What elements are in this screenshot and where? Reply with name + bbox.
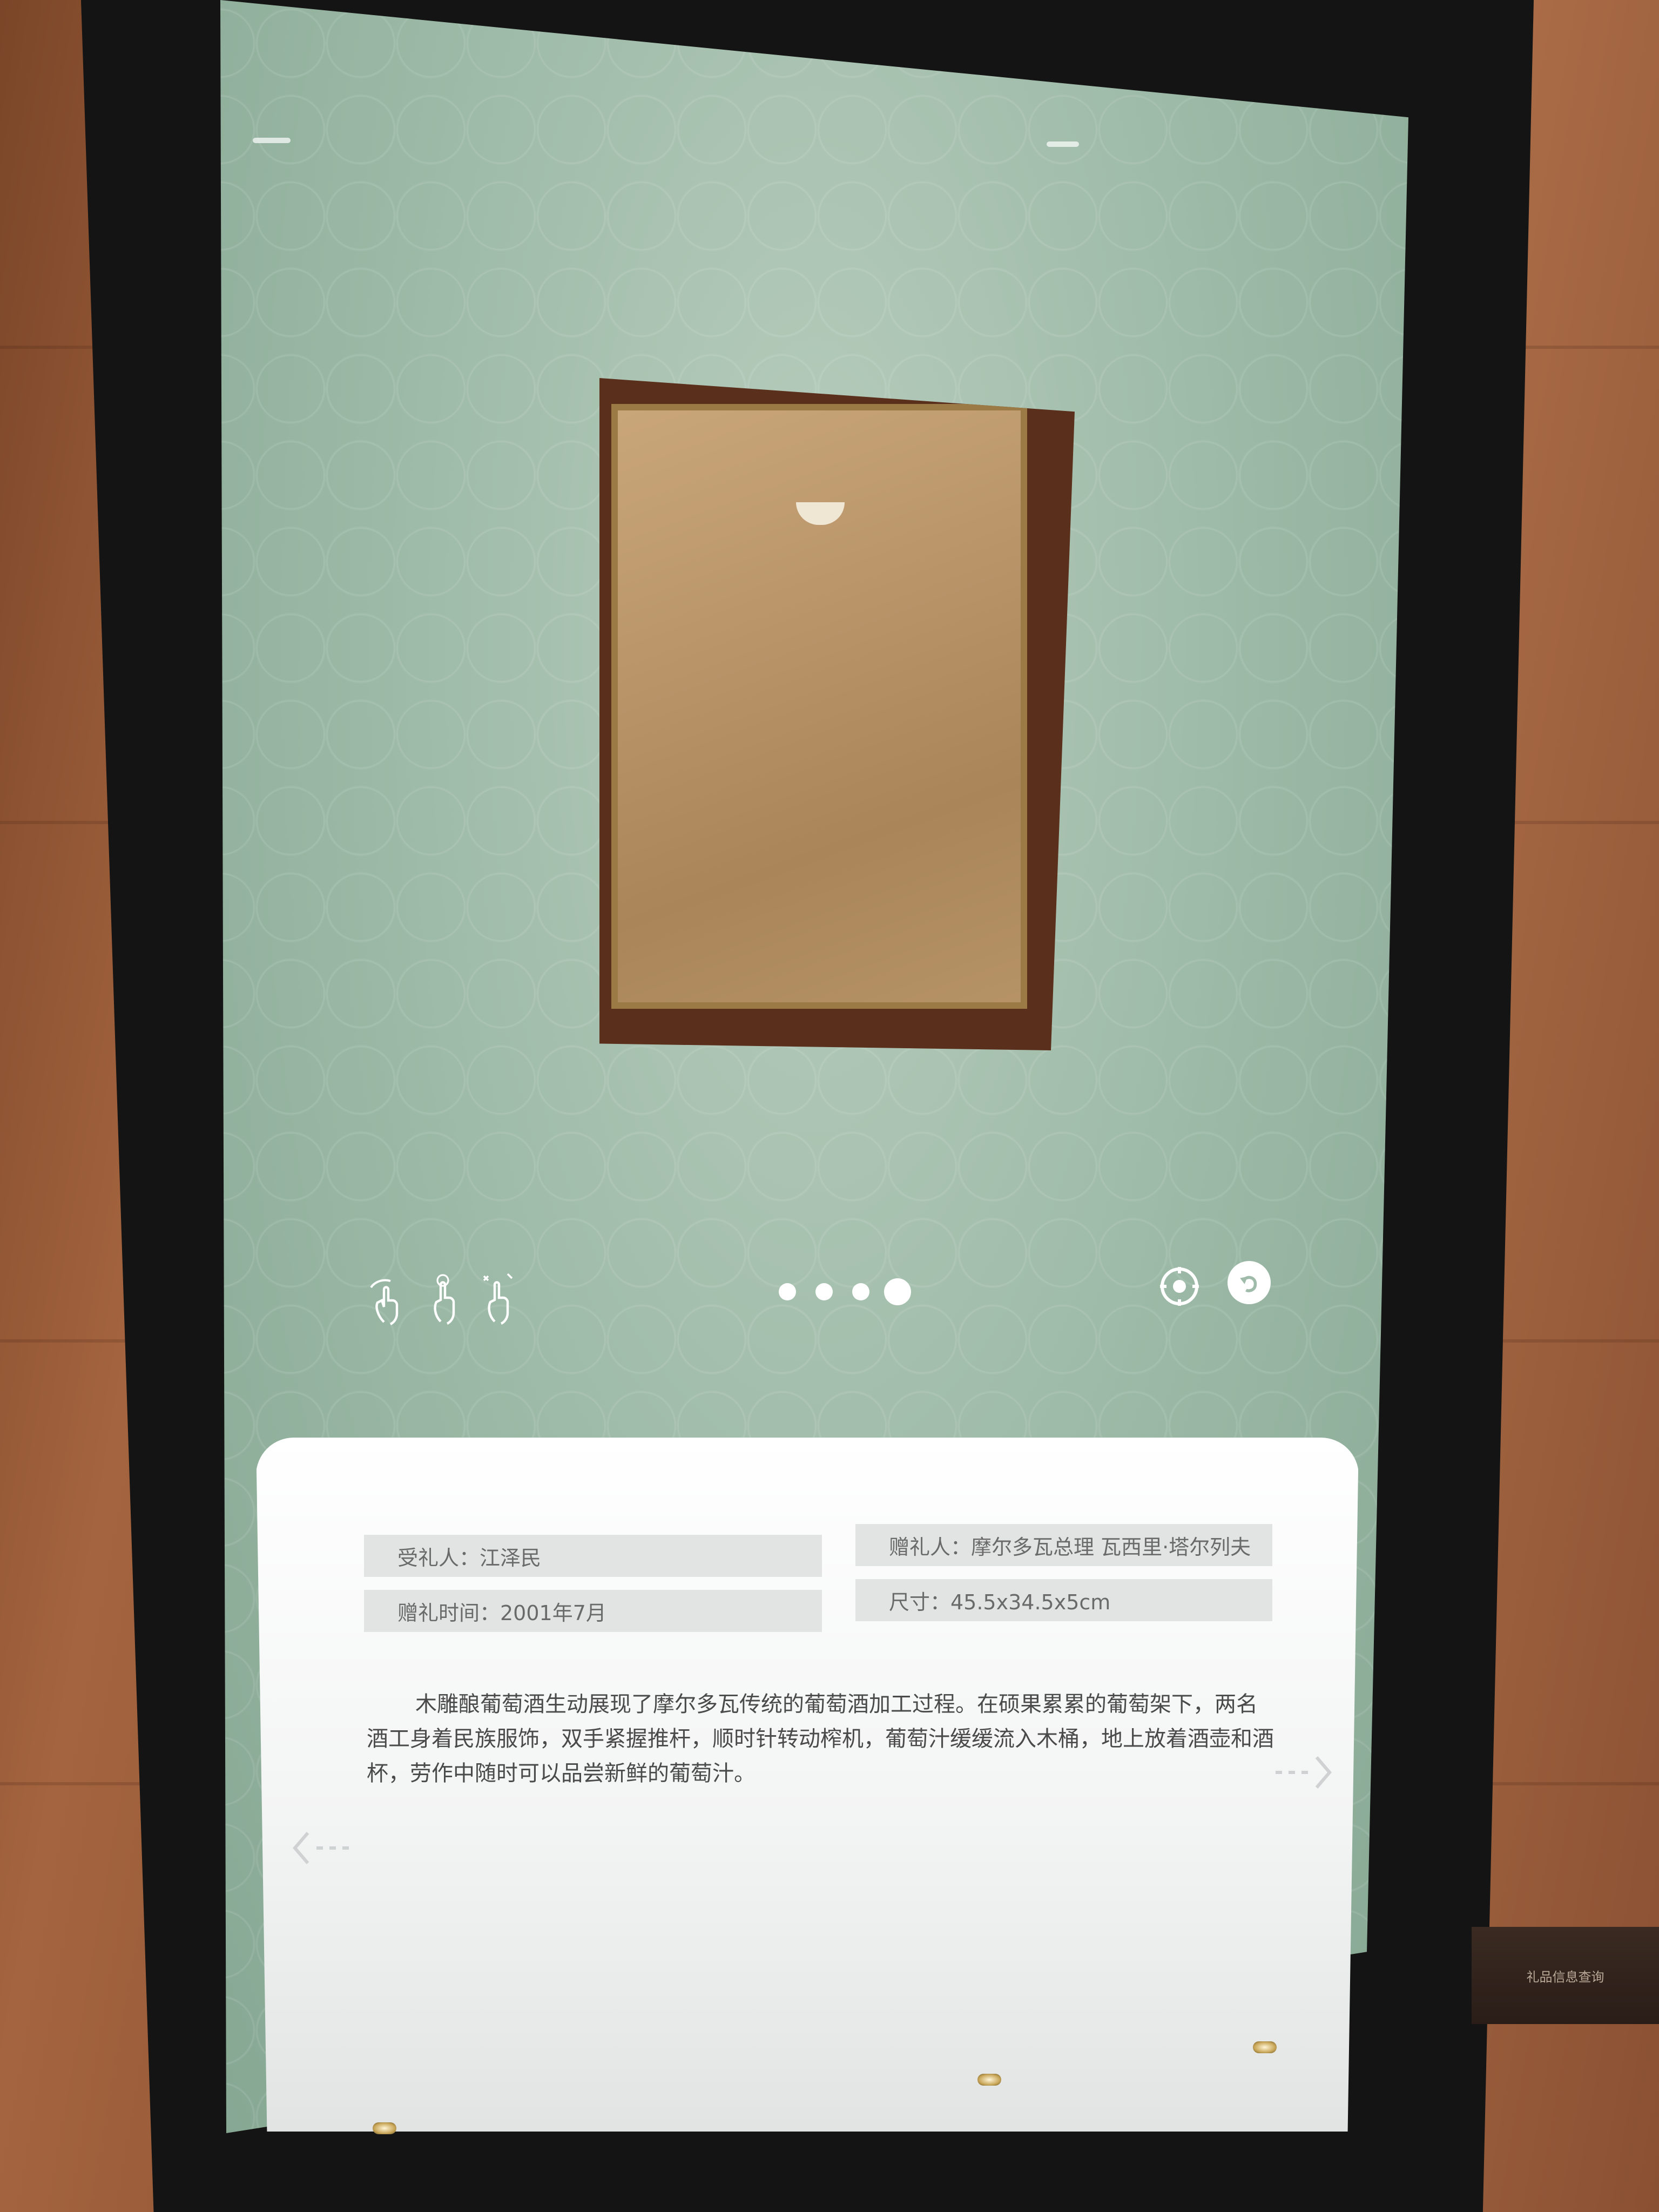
back-button[interactable] <box>1228 1261 1271 1304</box>
artifact-3d-model[interactable] <box>599 378 1075 1050</box>
wall-plaque-text: 礼品信息查询 <box>1526 1969 1604 1985</box>
recipient-field: 受礼人：江泽民 <box>364 1535 822 1577</box>
wall-plaque: 礼品信息查询 <box>1472 1927 1659 2024</box>
page-dot-active[interactable] <box>884 1278 911 1305</box>
artifact-carving-back <box>611 404 1027 1009</box>
chevron-right-icon <box>1276 1756 1332 1789</box>
tap-hand-icon <box>434 1274 455 1325</box>
bezel-light <box>1253 2041 1277 2053</box>
size-field: 尺寸：45.5x34.5x5cm <box>855 1579 1272 1621</box>
page-dot[interactable] <box>852 1283 869 1300</box>
bezel-light <box>977 2074 1001 2086</box>
pinch-zoom-hand-icon <box>483 1273 513 1325</box>
prev-button[interactable] <box>288 1826 353 1870</box>
reset-view-icon <box>1160 1267 1199 1306</box>
giver-field: 赠礼人：摩尔多瓦总理 瓦西里·塔尔列夫 <box>855 1524 1272 1566</box>
bezel-light <box>373 2122 396 2134</box>
gift-info-panel: 受礼人：江泽民 赠礼人：摩尔多瓦总理 瓦西里·塔尔列夫 赠礼时间：2001年7月… <box>256 1438 1359 2132</box>
back-arrow-icon <box>1240 1276 1257 1292</box>
date-field: 赠礼时间：2001年7月 <box>364 1590 822 1632</box>
gift-description: 木雕酿葡萄酒生动展现了摩尔多瓦传统的葡萄酒加工过程。在硕果累累的葡萄架下，两名酒… <box>367 1692 1274 1786</box>
hanging-notch <box>796 502 845 525</box>
next-button[interactable] <box>1271 1751 1336 1794</box>
ceiling-reflection <box>253 138 291 143</box>
page-dot[interactable] <box>779 1283 796 1300</box>
reset-view-button[interactable] <box>1158 1265 1201 1308</box>
ceiling-reflection <box>1047 141 1079 147</box>
page-dot[interactable] <box>815 1283 833 1300</box>
rotate-hand-icon <box>370 1279 399 1325</box>
chevron-left-icon <box>293 1832 349 1864</box>
